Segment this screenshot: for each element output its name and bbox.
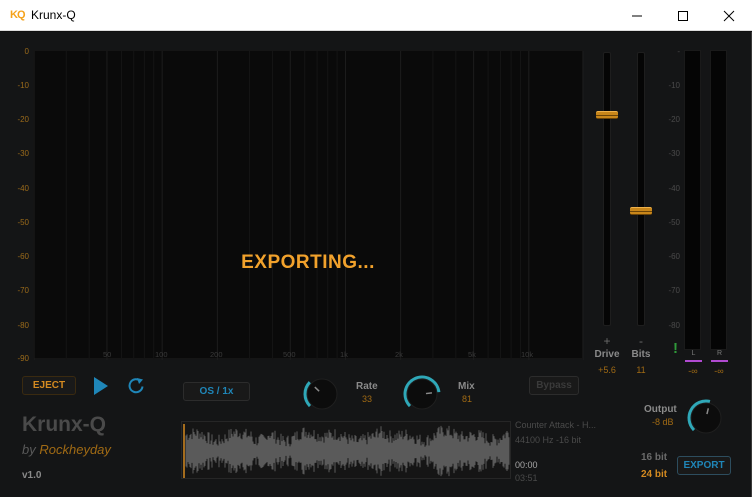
brand-name: Krunx-Q	[22, 413, 106, 436]
meter-db-label: -10	[668, 81, 680, 90]
close-button[interactable]	[706, 0, 752, 31]
brand-author: Rockheyday	[39, 442, 111, 457]
maximize-button[interactable]	[660, 0, 706, 31]
db-label: -40	[17, 184, 29, 193]
meter-db-label: -	[677, 47, 680, 56]
drive-plus-sign: +	[603, 334, 611, 348]
clip-indicator: !	[673, 340, 678, 357]
freq-label: 1k	[340, 350, 348, 359]
minimize-icon	[632, 15, 642, 17]
mix-label: Mix	[458, 381, 475, 392]
window-titlebar: KQ Krunx-Q	[0, 0, 752, 31]
window-title: Krunx-Q	[31, 8, 76, 22]
db-label: -50	[17, 218, 29, 227]
waveform-display[interactable]	[181, 421, 511, 479]
db-label: -90	[17, 354, 29, 363]
maximize-icon	[678, 11, 688, 21]
waveform-graphic	[183, 424, 510, 478]
db-label: -70	[17, 286, 29, 295]
drive-slider-track[interactable]	[603, 52, 611, 326]
brand-byline: by Rockheyday	[22, 442, 111, 457]
meter-left-value: -∞	[688, 366, 698, 376]
meter-db-label: -40	[668, 184, 680, 193]
bit-depth-16-option[interactable]: 16 bit	[641, 452, 667, 463]
export-button[interactable]: EXPORT	[677, 456, 731, 475]
rate-knob[interactable]	[302, 374, 342, 414]
mix-knob[interactable]	[402, 374, 442, 414]
freq-label: 500	[283, 350, 296, 359]
meter-right-peak-marker	[711, 360, 728, 362]
knob-body	[306, 378, 338, 410]
bits-label: Bits	[631, 349, 651, 360]
version-label: v1.0	[22, 470, 42, 481]
meter-db-label: -80	[668, 321, 680, 330]
meter-db-label: -50	[668, 218, 680, 227]
freq-label: 5k	[468, 350, 476, 359]
output-value: -8 dB	[652, 417, 674, 427]
db-label: -30	[17, 149, 29, 158]
meter-left	[684, 50, 701, 350]
minimize-button[interactable]	[614, 0, 660, 31]
db-label: -10	[17, 81, 29, 90]
track-format: 44100 Hz -16 bit	[515, 435, 582, 445]
app-logo-icon: KQ	[10, 9, 26, 21]
drive-label: Drive	[594, 349, 620, 360]
plugin-panel: 0 -10 -20 -30 -40 -50 -60 -70 -80 -90 50…	[0, 32, 752, 497]
meter-right	[710, 50, 727, 350]
knob-body	[690, 402, 722, 434]
meter-right-value: -∞	[714, 366, 724, 376]
spectrum-analyzer: 50 100 200 500 1k 2k 5k 10k	[33, 50, 584, 360]
eject-button[interactable]: EJECT	[22, 376, 76, 395]
db-label: -60	[17, 252, 29, 261]
freq-label: 2k	[395, 350, 403, 359]
output-knob[interactable]	[686, 398, 726, 438]
drive-value: +5.6	[598, 365, 616, 375]
drive-slider-thumb[interactable]	[596, 111, 618, 120]
meter-db-label: -20	[668, 115, 680, 124]
close-icon	[723, 10, 735, 22]
knob-body	[406, 378, 438, 410]
meter-db-label: -30	[668, 149, 680, 158]
bits-slider-thumb[interactable]	[630, 206, 652, 215]
bits-value: 11	[636, 365, 646, 375]
bit-depth-24-option[interactable]: 24 bit	[641, 469, 667, 480]
loop-icon[interactable]	[126, 376, 146, 396]
db-label: -80	[17, 321, 29, 330]
oversampling-button[interactable]: OS / 1x	[183, 382, 250, 401]
meter-db-label: -60	[668, 252, 680, 261]
meter-db-label: -70	[668, 286, 680, 295]
bypass-button[interactable]: Bypass	[529, 376, 579, 395]
rate-value: 33	[362, 394, 373, 404]
time-current: 00:00	[515, 460, 538, 470]
track-title: Counter Attack - H...	[515, 420, 597, 430]
meter-left-peak-marker	[685, 360, 702, 362]
spectrum-grid	[34, 51, 584, 360]
play-icon[interactable]	[92, 376, 110, 396]
bits-minus-sign: -	[639, 334, 643, 348]
freq-label: 100	[155, 350, 168, 359]
freq-label: 200	[210, 350, 223, 359]
db-label: -20	[17, 115, 29, 124]
meter-left-label: L	[691, 350, 696, 357]
knob-pointer	[425, 392, 433, 395]
time-total: 03:51	[515, 473, 538, 483]
brand-by-text: by	[22, 442, 36, 457]
meter-right-label: R	[716, 350, 723, 357]
db-label: 0	[24, 47, 29, 56]
rate-label: Rate	[356, 381, 378, 392]
freq-label: 50	[103, 350, 112, 359]
exporting-status: EXPORTING...	[241, 252, 375, 273]
freq-label: 10k	[521, 350, 534, 359]
mix-value: 81	[462, 394, 473, 404]
output-label: Output	[644, 404, 677, 415]
bits-slider-track[interactable]	[637, 52, 645, 326]
